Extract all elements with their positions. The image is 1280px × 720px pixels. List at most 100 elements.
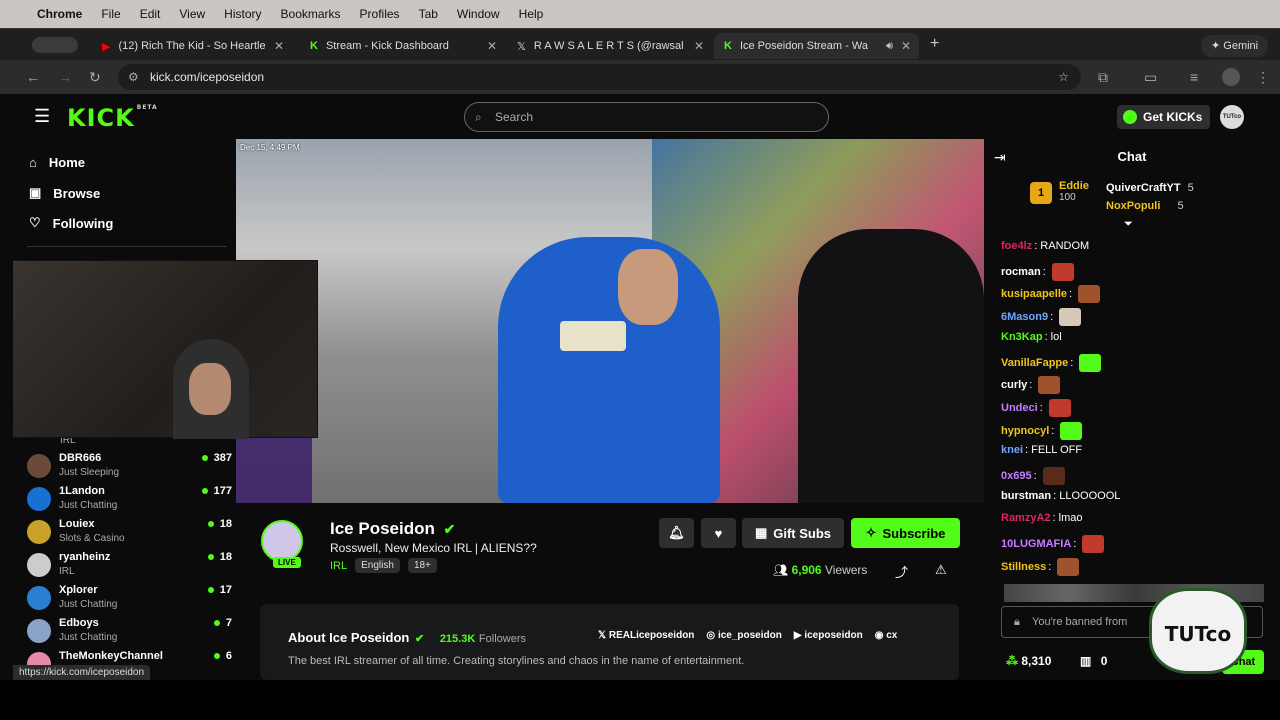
- follow-button[interactable]: ♥: [701, 518, 736, 548]
- sidebar-channel[interactable]: Louiex Slots & Casino 18: [27, 518, 232, 552]
- kicks-balance[interactable]: ⁂ 8,310: [1006, 654, 1051, 668]
- streamer-name[interactable]: Ice Poseidon ✔: [330, 519, 455, 539]
- subscribe-button[interactable]: ✧ Subscribe: [851, 518, 960, 548]
- chat-message: Kn3Kap: lol: [1001, 331, 1062, 343]
- gemini-button[interactable]: ✦ Gemini: [1201, 35, 1269, 57]
- streamer-face: [618, 249, 678, 325]
- instagram-icon: ◎: [706, 630, 716, 641]
- chat-username[interactable]: RamzyA2: [1001, 512, 1051, 524]
- chat-username[interactable]: 0x695: [1001, 470, 1032, 482]
- chat-text: :: [1029, 379, 1033, 392]
- leader-2[interactable]: QuiverCraftYT 5: [1106, 182, 1194, 194]
- tab-kick-dashboard[interactable]: K Stream - Kick Dashboard ✕: [300, 33, 505, 59]
- browser-tab-strip: ▶ (12) Rich The Kid - So Heartle ✕ K Str…: [0, 28, 1280, 60]
- menu-tab[interactable]: Tab: [419, 7, 438, 21]
- close-icon[interactable]: ✕: [274, 39, 284, 53]
- sidebar-channel[interactable]: 1Landon Just Chatting 177: [27, 485, 232, 519]
- social-x[interactable]: 𝕏 REALiceposeidon: [598, 630, 694, 641]
- address-bar[interactable]: ⚙ kick.com/iceposeidon ☆: [118, 64, 1081, 90]
- menu-window[interactable]: Window: [457, 7, 500, 21]
- youtube-icon: ▶: [102, 40, 111, 53]
- hamburger-menu-icon[interactable]: ☰: [34, 106, 50, 127]
- chat-title: Chat: [1117, 149, 1147, 164]
- chat-username[interactable]: 10LUGMAFIA: [1001, 538, 1071, 550]
- menu-bookmarks[interactable]: Bookmarks: [281, 7, 341, 21]
- tag-18plus[interactable]: 18+: [407, 558, 437, 573]
- sidebar-item-browse[interactable]: ▣ Browse: [29, 185, 100, 201]
- gift-subs-button[interactable]: ▦ Gift Subs: [742, 518, 844, 548]
- chat-username[interactable]: burstman: [1001, 490, 1051, 502]
- kick-logo[interactable]: KICK BETA: [67, 104, 158, 132]
- chat-text: : lmao: [1052, 512, 1083, 525]
- category-link[interactable]: IRL: [330, 560, 347, 572]
- sidebar-channel[interactable]: DBR666 Just Sleeping 387: [27, 452, 232, 486]
- mac-menubar: Chrome File Edit View History Bookmarks …: [0, 0, 1280, 28]
- chat-username[interactable]: kusipaapelle: [1001, 288, 1067, 300]
- emote-icon: [1048, 398, 1071, 417]
- chat-username[interactable]: Undeci: [1001, 402, 1038, 414]
- forward-icon[interactable]: →: [58, 69, 72, 85]
- sidebar-channel[interactable]: ryanheinz IRL 18: [27, 551, 232, 585]
- tag-english[interactable]: English: [355, 558, 400, 573]
- chat-username[interactable]: rocman: [1001, 266, 1041, 278]
- cast-icon[interactable]: ▭: [1144, 69, 1157, 86]
- notification-bell-button[interactable]: 🔔︎: [659, 518, 694, 548]
- sidebar-channel[interactable]: Edboys Just Chatting 7: [27, 617, 232, 651]
- chat-username[interactable]: knei: [1001, 444, 1023, 456]
- chat-username[interactable]: hypnocyl: [1001, 425, 1049, 437]
- expand-leaderboard-icon[interactable]: ⏷: [1124, 218, 1133, 231]
- bookmark-star-icon[interactable]: ☆: [1058, 64, 1069, 90]
- link-status-bar: https://kick.com/iceposeidon: [13, 665, 151, 681]
- reload-icon[interactable]: ↻: [89, 69, 101, 86]
- tab-rawsalerts[interactable]: 𝕏 R A W S A L E R T S (@rawsal ✕: [507, 33, 712, 59]
- menu-history[interactable]: History: [224, 7, 261, 21]
- new-tab-button[interactable]: +: [930, 35, 939, 53]
- share-icon[interactable]: ⤴: [895, 562, 908, 581]
- sidebar-channel[interactable]: Xplorer Just Chatting 17: [27, 584, 232, 618]
- menu-file[interactable]: File: [101, 7, 120, 21]
- extensions-icon[interactable]: ⧉: [1098, 69, 1108, 86]
- chat-username[interactable]: foe4lz: [1001, 240, 1032, 252]
- chat-text: : FELL OFF: [1025, 444, 1083, 457]
- chat-text: :: [1033, 470, 1037, 482]
- user-avatar[interactable]: TUTco: [1220, 105, 1244, 129]
- more-menu-icon[interactable]: ⋮: [1256, 69, 1270, 86]
- close-icon[interactable]: ✕: [487, 39, 497, 53]
- menu-edit[interactable]: Edit: [140, 7, 161, 21]
- video-player[interactable]: Dec 15, 4:49 PM: [236, 139, 984, 503]
- close-icon[interactable]: ✕: [694, 39, 704, 53]
- overlay-panel: [236, 435, 312, 503]
- search-input[interactable]: ⌕ Search: [464, 102, 829, 132]
- tab-group-chip[interactable]: [32, 37, 78, 53]
- media-icon[interactable]: ≡: [1190, 69, 1198, 85]
- leader-1[interactable]: Eddie 100: [1059, 180, 1089, 203]
- menu-help[interactable]: Help: [519, 7, 544, 21]
- streamer-avatar[interactable]: [261, 520, 303, 562]
- social-instagram[interactable]: ◎ ice_poseidon: [706, 630, 781, 641]
- close-icon[interactable]: ✕: [901, 39, 911, 53]
- profile-avatar[interactable]: [1222, 68, 1240, 86]
- leader-3[interactable]: NoxPopuli 5: [1106, 200, 1184, 212]
- items-count[interactable]: ▥ 0: [1080, 654, 1107, 668]
- emote-icon: [1060, 421, 1083, 440]
- chat-username[interactable]: Stillness: [1001, 561, 1046, 573]
- tab-ice-poseidon[interactable]: K Ice Poseidon Stream - Wa 🔊︎ ✕: [714, 33, 919, 59]
- menu-view[interactable]: View: [179, 7, 205, 21]
- chat-username[interactable]: curly: [1001, 379, 1027, 391]
- report-icon[interactable]: ⚠: [935, 562, 947, 578]
- menu-profiles[interactable]: Profiles: [360, 7, 400, 21]
- audio-icon[interactable]: 🔊︎: [886, 40, 893, 53]
- sidebar-item-following[interactable]: ♡ Following: [29, 215, 113, 231]
- social-discord[interactable]: ◉ cx: [875, 630, 898, 641]
- x-icon: 𝕏: [598, 630, 607, 641]
- menu-chrome[interactable]: Chrome: [37, 7, 82, 21]
- back-icon[interactable]: ←: [26, 69, 40, 85]
- tab-youtube[interactable]: ▶ (12) Rich The Kid - So Heartle ✕: [92, 33, 292, 59]
- get-kicks-button[interactable]: Get KICKs: [1117, 105, 1211, 129]
- chat-username[interactable]: 6Mason9: [1001, 311, 1048, 323]
- chat-username[interactable]: Kn3Kap: [1001, 331, 1043, 343]
- site-info-icon[interactable]: ⚙: [128, 64, 139, 90]
- social-youtube[interactable]: ▶ iceposeidon: [794, 630, 863, 641]
- sidebar-item-home[interactable]: ⌂ Home: [29, 155, 85, 170]
- chat-username[interactable]: VanillaFappe: [1001, 357, 1068, 369]
